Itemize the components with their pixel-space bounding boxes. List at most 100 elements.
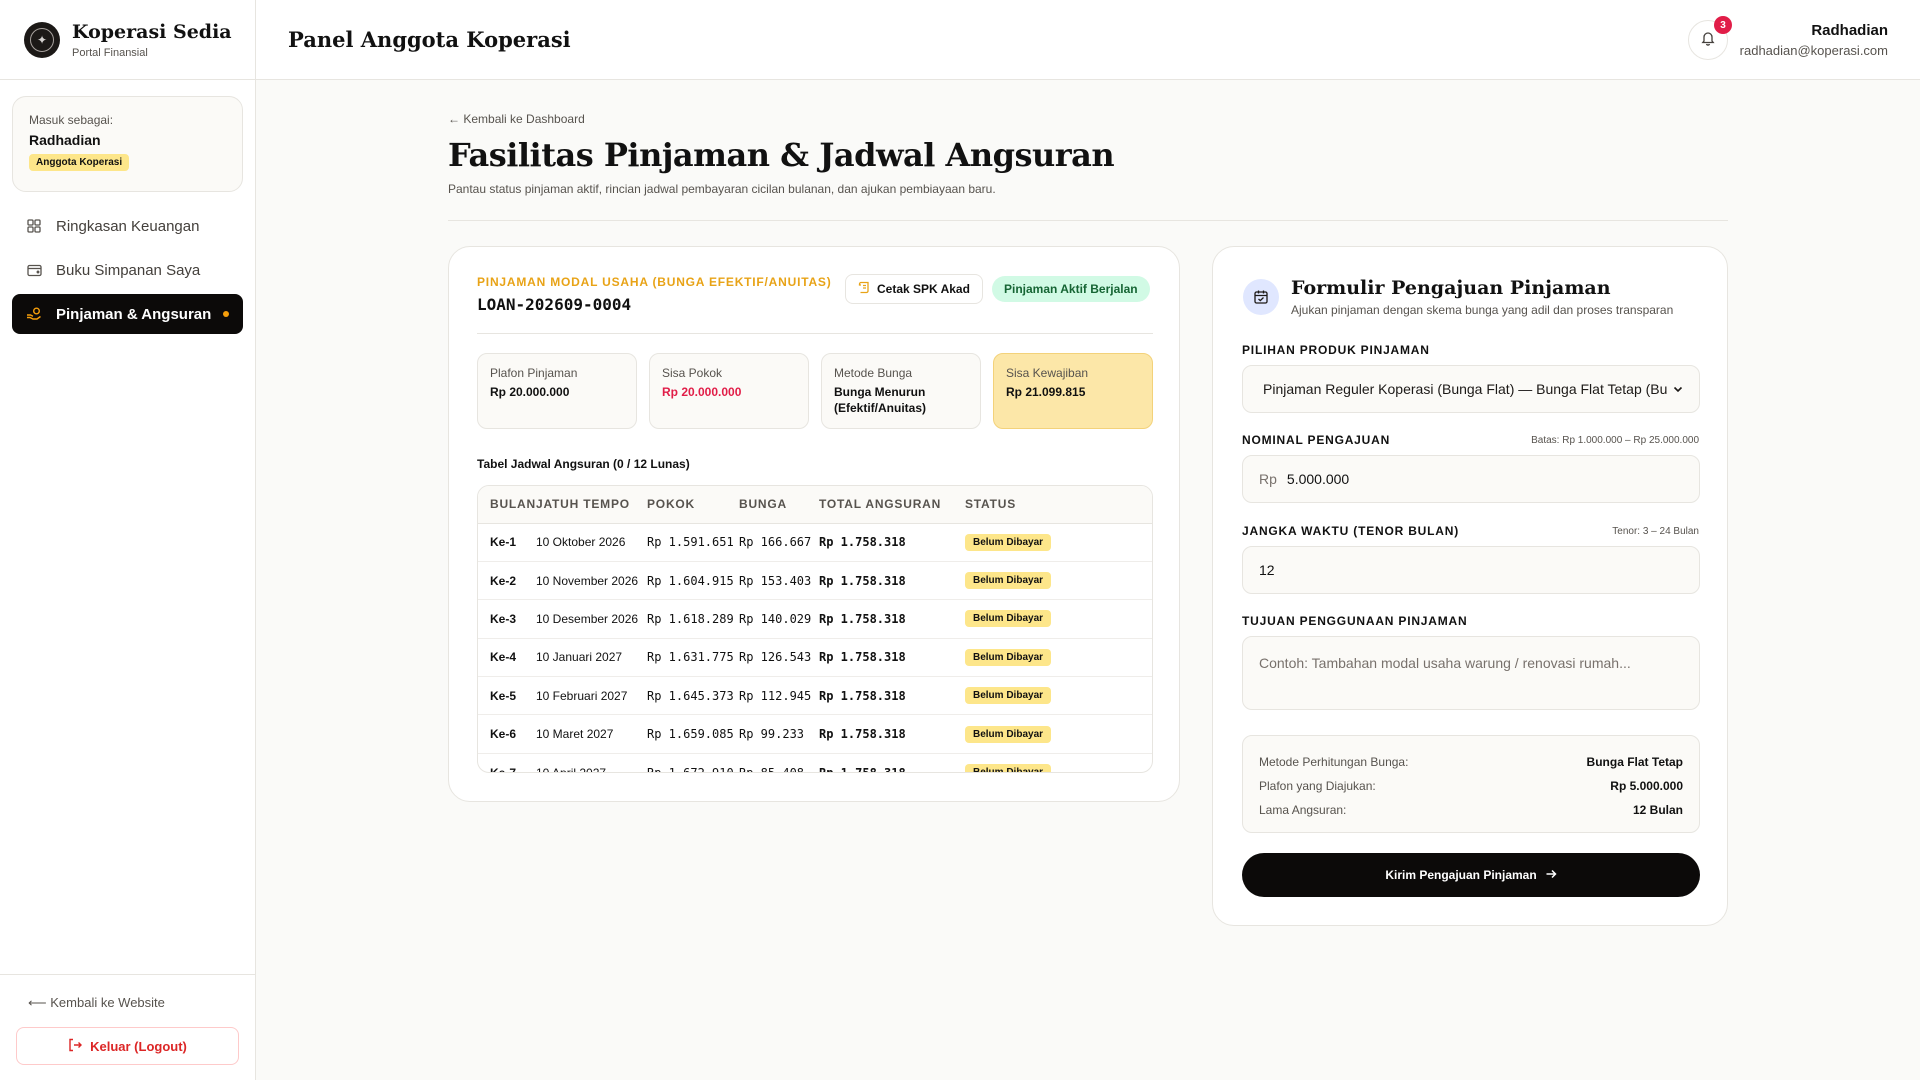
- purpose-textarea[interactable]: Contoh: Tambahan modal usaha warung / re…: [1242, 636, 1700, 710]
- amount-value: 5.000.000: [1286, 471, 1350, 487]
- summary-row: Plafon yang Diajukan: Rp 5.000.000: [1259, 774, 1683, 798]
- row-interest: Rp 99.233: [739, 714, 819, 754]
- row-total: Rp 1.758.318: [819, 753, 965, 772]
- row-principal: Rp 1.618.289: [647, 599, 739, 639]
- status-badge: Belum Dibayar: [965, 725, 1052, 743]
- row-interest: Rp 153.403: [739, 561, 819, 601]
- submit-loan-label: Kirim Pengajuan Pinjaman: [1385, 868, 1537, 882]
- back-to-dashboard-label: Kembali ke Dashboard: [463, 112, 585, 126]
- column-header: BUNGA: [739, 486, 819, 524]
- stat-label: Sisa Pokok: [662, 366, 723, 380]
- schedule-table: BULAN JATUH TEMPO POKOK BUNGA TOTAL ANGS…: [478, 486, 1152, 772]
- tenor-hint: Tenor: 3 – 24 Bulan: [1612, 526, 1699, 537]
- row-due-date: 10 April 2027: [536, 753, 647, 772]
- row-month: Ke-6: [478, 714, 536, 754]
- loan-application-form: Formulir Pengajuan Pinjaman Ajukan pinja…: [1212, 246, 1728, 926]
- row-status-cell: Belum Dibayar: [965, 638, 1152, 678]
- sidebar-item-pinjaman-angsuran[interactable]: Pinjaman & Angsuran: [12, 294, 243, 334]
- page-heading: ← Kembali ke Dashboard Fasilitas Pinjama…: [448, 112, 1728, 221]
- row-interest: Rp 140.029: [739, 599, 819, 639]
- schedule-title: Tabel Jadwal Angsuran (0 / 12 Lunas): [477, 457, 690, 471]
- row-status-cell: Belum Dibayar: [965, 561, 1152, 601]
- hand-coin-icon: [26, 306, 42, 322]
- form-title: Formulir Pengajuan Pinjaman: [1291, 277, 1611, 299]
- row-month: Ke-4: [478, 638, 536, 678]
- loan-type: PINJAMAN MODAL USAHA (BUNGA EFEKTIF/ANUI…: [477, 275, 832, 289]
- active-indicator-dot: [223, 311, 229, 317]
- stat-sisa-kewajiban: Sisa Kewajiban Rp 21.099.815: [993, 353, 1153, 429]
- row-total: Rp 1.758.318: [819, 714, 965, 754]
- row-interest: Rp 166.667: [739, 523, 819, 562]
- logout-button[interactable]: Keluar (Logout): [16, 1027, 239, 1065]
- sidebar-item-ringkasan-keuangan[interactable]: Ringkasan Keuangan: [12, 206, 243, 246]
- amount-prefix: Rp: [1259, 471, 1277, 487]
- column-header: BULAN: [478, 486, 536, 524]
- row-total: Rp 1.758.318: [819, 561, 965, 601]
- divider: [448, 220, 1728, 221]
- row-principal: Rp 1.591.651: [647, 523, 739, 562]
- amount-input[interactable]: Rp 5.000.000: [1242, 455, 1700, 503]
- stat-value: Rp 20.000.000: [490, 385, 570, 399]
- row-principal: Rp 1.645.373: [647, 676, 739, 716]
- page-title: Fasilitas Pinjaman & Jadwal Angsuran: [448, 136, 1115, 174]
- column-header: STATUS: [965, 486, 1152, 524]
- page-subtitle: Pantau status pinjaman aktif, rincian ja…: [448, 182, 996, 196]
- logout-label: Keluar (Logout): [90, 1038, 187, 1054]
- table-row: Ke-2 10 November 2026 Rp 1.604.915 Rp 153.4…: [478, 561, 1152, 601]
- row-status-cell: Belum Dibayar: [965, 676, 1152, 716]
- header-user[interactable]: Radhadian radhadian@koperasi.com: [1740, 22, 1888, 58]
- sidebar-item-buku-simpanan[interactable]: Buku Simpanan Saya: [12, 250, 243, 290]
- row-month: Ke-5: [478, 676, 536, 716]
- row-due-date: 10 Oktober 2026: [536, 523, 647, 562]
- loan-status-badge: Pinjaman Aktif Berjalan: [992, 276, 1150, 302]
- column-header: TOTAL ANGSURAN: [819, 486, 965, 524]
- user-card: Masuk sebagai: Radhadian Anggota Koperas…: [12, 96, 243, 192]
- summary-row: Lama Angsuran: 12 Bulan: [1259, 798, 1683, 822]
- scroll-icon: [858, 281, 871, 297]
- logout-icon: [68, 1038, 83, 1055]
- amount-hint: Batas: Rp 1.000.000 – Rp 25.000.000: [1531, 435, 1699, 446]
- summary-value: 12 Bulan: [1632, 803, 1683, 817]
- notification-count-badge: 3: [1714, 16, 1732, 34]
- row-status-cell: Belum Dibayar: [965, 753, 1152, 772]
- active-loan-card: PINJAMAN MODAL USAHA (BUNGA EFEKTIF/ANUI…: [448, 246, 1180, 802]
- row-month: Ke-3: [478, 599, 536, 639]
- column-header: JATUH TEMPO: [536, 486, 647, 524]
- stat-label: Sisa Kewajiban: [1006, 366, 1089, 380]
- back-to-dashboard-link[interactable]: ← Kembali ke Dashboard: [448, 112, 1728, 126]
- grid-icon: [26, 218, 42, 234]
- status-badge: Belum Dibayar: [965, 648, 1052, 666]
- column-header: POKOK: [647, 486, 739, 524]
- schedule-table-scroll[interactable]: BULAN JATUH TEMPO POKOK BUNGA TOTAL ANGS…: [477, 485, 1153, 773]
- product-select[interactable]: Pinjaman Reguler Koperasi (Bunga Flat) —…: [1242, 365, 1700, 413]
- row-month: Ke-1: [478, 523, 536, 562]
- divider: [477, 333, 1153, 334]
- stat-label: Plafon Pinjaman: [490, 366, 578, 380]
- row-principal: Rp 1.659.085: [647, 714, 739, 754]
- submit-loan-button[interactable]: Kirim Pengajuan Pinjaman: [1242, 853, 1700, 897]
- notification-button[interactable]: 3: [1688, 16, 1732, 60]
- back-to-website-link[interactable]: ⟵ Kembali ke Website: [28, 995, 165, 1011]
- row-status-cell: Belum Dibayar: [965, 714, 1152, 754]
- row-due-date: 10 Desember 2026: [536, 599, 647, 639]
- table-row: Ke-3 10 Desember 2026 Rp 1.618.289 Rp 140.0…: [478, 599, 1152, 639]
- print-spk-button[interactable]: Cetak SPK Akad: [845, 274, 983, 304]
- tenor-label: JANGKA WAKTU (TENOR BULAN): [1242, 524, 1460, 538]
- row-interest: Rp 85.408: [739, 753, 819, 772]
- row-interest: Rp 126.543: [739, 638, 819, 678]
- summary-value: Rp 5.000.000: [1610, 779, 1683, 793]
- summary-row: Metode Perhitungan Bunga: Bunga Flat Tet…: [1259, 750, 1683, 774]
- row-due-date: 10 Januari 2027: [536, 638, 647, 678]
- brand-name: Koperasi Sedia: [72, 20, 232, 43]
- loan-stats: Plafon Pinjaman Rp 20.000.000 Sisa Pokok…: [477, 353, 1153, 429]
- summary-value: Bunga Flat Tetap: [1586, 755, 1683, 769]
- form-subtitle: Ajukan pinjaman dengan skema bunga yang …: [1291, 303, 1674, 317]
- status-badge: Belum Dibayar: [965, 533, 1052, 551]
- stat-value: Rp 21.099.815: [1006, 385, 1086, 399]
- calendar-check-icon: [1243, 279, 1279, 315]
- schedule-body: Ke-1 10 Oktober 2026 Rp 1.591.651 Rp 166.66…: [478, 523, 1152, 772]
- summary-key: Plafon yang Diajukan:: [1259, 779, 1376, 793]
- tenor-input[interactable]: 12: [1242, 546, 1700, 594]
- status-badge: Belum Dibayar: [965, 764, 1052, 772]
- row-principal: Rp 1.672.910: [647, 753, 739, 772]
